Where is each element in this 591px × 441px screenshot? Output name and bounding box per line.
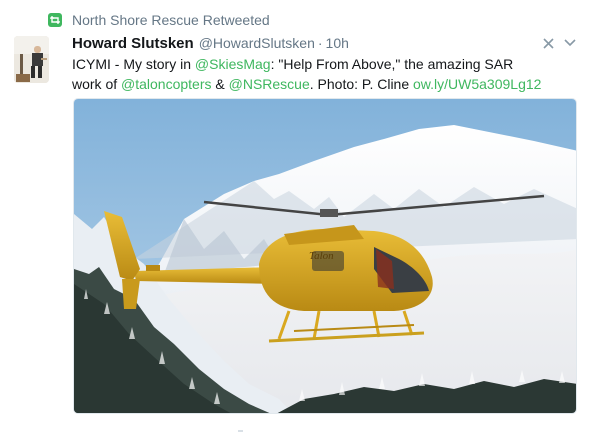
retweet-context[interactable]: North Shore Rescue Retweeted [48, 11, 270, 29]
retweet-label[interactable]: North Shore Rescue Retweeted [72, 12, 270, 28]
helicopter-tail-text: Talon [309, 250, 334, 262]
header-separator: · [317, 35, 323, 51]
tweet-text-segment: & [211, 76, 229, 92]
action-icon-partial [236, 423, 250, 432]
tweet-text-segment: . Photo: P. Cline [309, 76, 414, 92]
author-name[interactable]: Howard Slutsken [72, 35, 194, 52]
tweet-url-link[interactable]: ow.ly/UW5a309Lg12 [413, 76, 541, 92]
close-icon[interactable] [541, 36, 555, 50]
tweet-controls [541, 36, 577, 50]
tweet-header: Howard Slutsken @HowardSlutsken · 10h [72, 35, 349, 55]
tweet-timestamp[interactable]: 10h [326, 35, 349, 51]
retweet-icon [48, 13, 62, 27]
mention-taloncopters[interactable]: @taloncopters [121, 76, 211, 92]
tweet-text-segment: : "Help From Above," the amazing SAR [270, 56, 514, 72]
author-handle[interactable]: @HowardSlutsken [199, 35, 315, 51]
avatar[interactable] [14, 36, 49, 83]
tweet-photo[interactable]: Talon [73, 98, 577, 414]
chevron-down-icon[interactable] [563, 36, 577, 50]
mention-skiesmag[interactable]: @SkiesMag [195, 56, 271, 72]
tweet-text-segment: work of [72, 76, 122, 92]
tweet-text-segment: ICYMI - My story in [72, 56, 195, 72]
mention-nsrescue[interactable]: @NSRescue [229, 76, 310, 92]
tweet-text: ICYMI - My story in @SkiesMag: "Help Fro… [72, 54, 577, 94]
